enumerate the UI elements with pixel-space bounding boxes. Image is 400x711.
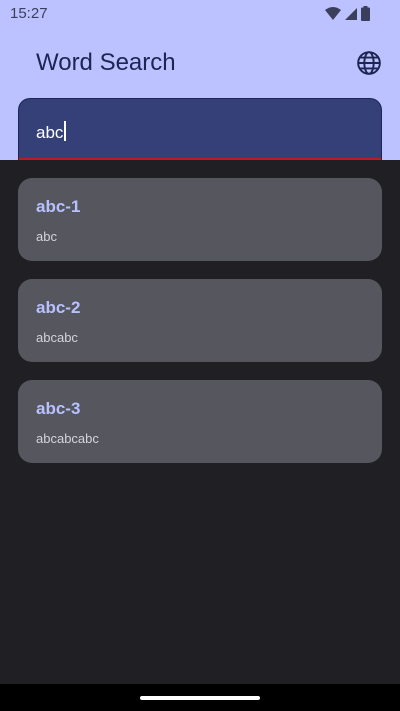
top-app-bar: 15:27 Word Search abc xyxy=(0,0,400,160)
app-title: Word Search xyxy=(36,49,176,76)
navigation-bar xyxy=(0,684,400,711)
result-card[interactable]: abc-1 abc xyxy=(18,178,382,261)
result-subtitle: abcabcabc xyxy=(36,431,99,446)
battery-icon xyxy=(361,6,370,21)
text-caret xyxy=(64,121,66,141)
status-time: 15:27 xyxy=(10,5,48,22)
result-title: abc-1 xyxy=(36,197,81,216)
result-card[interactable]: abc-3 abcabcabc xyxy=(18,380,382,463)
search-underline xyxy=(19,158,381,160)
wifi-icon xyxy=(325,6,341,20)
signal-icon xyxy=(345,7,357,20)
search-input-value[interactable]: abc xyxy=(36,121,66,143)
result-subtitle: abc xyxy=(36,229,57,244)
globe-icon[interactable] xyxy=(356,50,382,76)
home-gesture-pill[interactable] xyxy=(140,696,260,700)
result-subtitle: abcabc xyxy=(36,330,78,345)
status-bar: 15:27 xyxy=(0,0,400,28)
result-card[interactable]: abc-2 abcabc xyxy=(18,279,382,362)
search-input[interactable]: abc xyxy=(18,98,382,160)
result-title: abc-3 xyxy=(36,399,81,418)
status-icons xyxy=(325,6,370,21)
results-list: abc-1 abc abc-2 abcabc abc-3 abcabcabc xyxy=(18,178,382,481)
result-title: abc-2 xyxy=(36,298,81,317)
